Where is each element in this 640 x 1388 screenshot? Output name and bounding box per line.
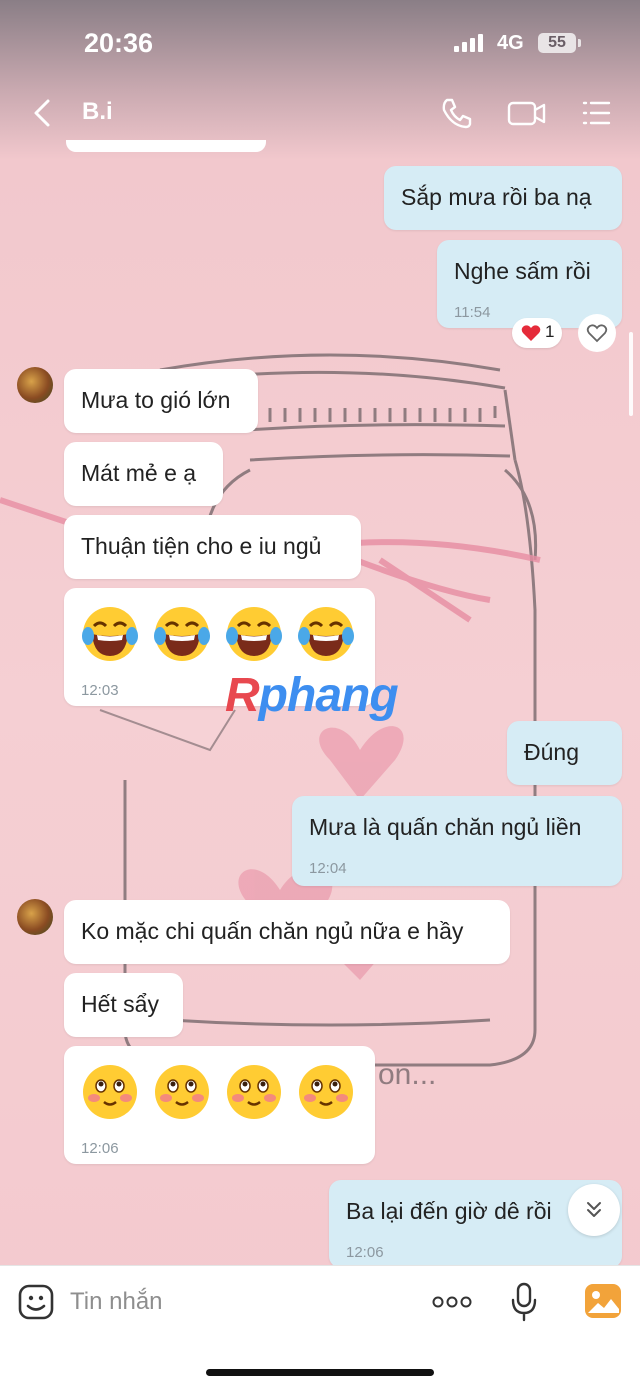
- menu-icon[interactable]: [580, 96, 612, 130]
- scroll-to-bottom-button[interactable]: [568, 1184, 620, 1236]
- message-time: 12:04: [309, 860, 347, 877]
- heart-outline-icon: [586, 324, 608, 343]
- background-script-text: on...: [378, 1058, 437, 1091]
- previous-message-edge: [66, 140, 266, 152]
- message-text: Mưa to gió lớn: [81, 387, 231, 413]
- message-time: 12:06: [346, 1244, 384, 1261]
- network-type: 4G: [497, 32, 524, 54]
- smiling-blush-emoji-icon: [299, 1065, 353, 1119]
- back-arrow-icon[interactable]: [30, 98, 56, 128]
- battery-icon: 55: [538, 33, 576, 53]
- message-time: 12:06: [81, 1140, 119, 1157]
- message-incoming[interactable]: Thuận tiện cho e iu ngủ: [64, 515, 361, 579]
- contact-avatar[interactable]: [17, 367, 53, 403]
- image-gallery-icon[interactable]: [584, 1283, 622, 1319]
- smiling-blush-emoji-icon: [83, 1065, 137, 1119]
- chat-header: B.i: [0, 80, 640, 146]
- watermark-text: phang: [258, 669, 399, 722]
- battery-tip: [578, 39, 581, 47]
- message-input[interactable]: Tin nhắn: [70, 1288, 163, 1316]
- message-text: Thuận tiện cho e iu ngủ: [81, 533, 322, 559]
- message-text: Sắp mưa rồi ba nạ: [401, 184, 592, 210]
- message-text: Ba lại đến giờ dê rồi: [346, 1198, 552, 1224]
- scrollbar[interactable]: [629, 332, 633, 416]
- phone-call-icon[interactable]: [440, 96, 474, 130]
- message-text: Mát mẻ e ạ: [81, 460, 197, 486]
- message-time: 12:03: [81, 682, 119, 699]
- watermark-letter: R: [225, 669, 260, 722]
- status-time: 20:36: [84, 28, 154, 58]
- message-incoming-emoji[interactable]: 12:06: [64, 1046, 375, 1164]
- message-incoming[interactable]: Mát mẻ e ạ: [64, 442, 223, 506]
- message-text: Hết sẩy: [81, 991, 159, 1017]
- laughing-tears-emoji-icon: [226, 607, 282, 661]
- contact-avatar[interactable]: [17, 899, 53, 935]
- sticker-emoji-icon[interactable]: [18, 1284, 54, 1320]
- message-incoming[interactable]: Mưa to gió lớn: [64, 369, 258, 433]
- message-incoming[interactable]: Hết sẩy: [64, 973, 183, 1037]
- microphone-icon[interactable]: [510, 1282, 538, 1322]
- message-text: Ko mặc chi quấn chăn ngủ nữa e hầy: [81, 918, 464, 944]
- double-chevron-down-icon: [587, 1202, 601, 1217]
- heart-reaction-icon: [521, 325, 541, 341]
- message-text: Nghe sấm rồi: [454, 258, 591, 284]
- message-outgoing[interactable]: Sắp mưa rồi ba nạ: [384, 166, 622, 230]
- message-text: Mưa là quấn chăn ngủ liền: [309, 814, 582, 840]
- smiling-blush-emoji-icon: [155, 1065, 209, 1119]
- react-button[interactable]: [578, 314, 616, 352]
- more-options-icon[interactable]: [432, 1296, 472, 1308]
- message-text: Đúng: [524, 739, 579, 765]
- message-input-bar: Tin nhắn: [0, 1265, 640, 1388]
- video-call-icon[interactable]: [507, 96, 547, 130]
- message-outgoing[interactable]: Mưa là quấn chăn ngủ liền 12:04: [292, 796, 622, 886]
- reaction-badge[interactable]: 1: [512, 318, 562, 348]
- laughing-tears-emoji-icon: [154, 607, 210, 661]
- home-indicator: [206, 1369, 434, 1376]
- message-outgoing[interactable]: Đúng: [507, 721, 622, 785]
- message-time: 11:54: [454, 304, 491, 321]
- status-bar: 20:36 4G 55: [0, 0, 640, 80]
- smiling-blush-emoji-icon: [227, 1065, 281, 1119]
- message-incoming[interactable]: Ko mặc chi quấn chăn ngủ nữa e hầy: [64, 900, 510, 964]
- contact-name[interactable]: B.i: [82, 98, 113, 126]
- laughing-tears-emoji-icon: [298, 607, 354, 661]
- reaction-count: 1: [545, 322, 555, 341]
- laughing-tears-emoji-icon: [82, 607, 138, 661]
- watermark-logo: Rphang: [225, 668, 399, 723]
